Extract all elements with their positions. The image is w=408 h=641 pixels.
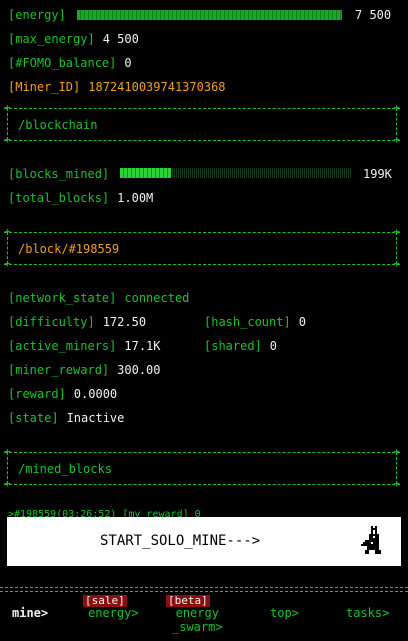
nav-energy[interactable]: energy>: [88, 606, 139, 620]
active-miners-row: [active_miners] 17.1K: [8, 338, 161, 354]
difficulty-value: 172.50: [102, 315, 147, 329]
hash-count-row: [hash_count] 0: [204, 314, 306, 330]
reward-row: [reward] 0.0000: [8, 386, 117, 402]
start-solo-mine-label: START_SOLO_MINE--->: [100, 533, 261, 549]
rabbit-icon: [359, 526, 387, 560]
blocks-mined-progress-fill: [120, 168, 172, 178]
nav-divider: [0, 591, 408, 592]
state-value: Inactive: [66, 411, 125, 425]
nav-divider: [0, 587, 408, 588]
mined-blocks-section-header: + + + + /mined_blocks: [4, 445, 400, 490]
energy-progress-bar: [77, 10, 342, 20]
nav-energy-swarm-line1: energy: [175, 606, 219, 620]
max-energy-row: [max_energy] 4 500: [8, 31, 139, 47]
start-solo-mine-button[interactable]: START_SOLO_MINE--->: [7, 517, 401, 566]
fomo-balance-label: [#FOMO_balance]: [8, 56, 117, 70]
max-energy-label: [max_energy]: [8, 32, 95, 46]
blockchain-title: /blockchain: [18, 118, 98, 132]
blocks-mined-row: [blocks_mined]: [8, 166, 109, 182]
miner-id-row: [Miner_ID] 1872410039741370368: [8, 79, 226, 95]
fomo-balance-row: [#FOMO_balance] 0: [8, 55, 132, 71]
nav-tasks[interactable]: tasks>: [346, 606, 389, 620]
difficulty-label: [difficulty]: [8, 315, 95, 329]
block-section-header: + + + + /block/#198559: [4, 225, 400, 270]
miner-id-value: 1872410039741370368: [88, 80, 226, 94]
energy-value: 7 500: [355, 8, 392, 22]
network-state-row: [network_state] connected: [8, 290, 189, 306]
energy-label: [energy]: [8, 8, 66, 22]
blocks-mined-progress-bar: [120, 168, 352, 178]
blocks-mined-label: [blocks_mined]: [8, 167, 110, 181]
difficulty-row: [difficulty] 172.50: [8, 314, 146, 330]
nav-top[interactable]: top>: [270, 606, 299, 620]
shared-row: [shared] 0: [204, 338, 277, 354]
network-state-label: [network_state]: [8, 291, 117, 305]
blocks-mined-value: 199K: [363, 167, 392, 181]
miner-reward-row: [miner_reward] 300.00: [8, 362, 161, 378]
nav-energy-swarm[interactable]: energy _swarm>: [172, 606, 223, 634]
energy-row: [energy]: [8, 7, 66, 23]
network-state-value: connected: [124, 291, 190, 305]
total-blocks-label: [total_blocks]: [8, 191, 110, 205]
active-miners-value: 17.1K: [124, 339, 161, 353]
hash-count-label: [hash_count]: [204, 315, 291, 329]
nav-mine[interactable]: mine>: [12, 606, 48, 620]
miner-id-label: [Miner_ID]: [8, 80, 81, 94]
nav-energy-swarm-line2: _swarm>: [172, 620, 223, 634]
total-blocks-value: 1.00M: [117, 191, 154, 205]
miner-reward-label: [miner_reward]: [8, 363, 110, 377]
state-row: [state] Inactive: [8, 410, 124, 426]
max-energy-value: 4 500: [102, 32, 139, 46]
state-label: [state]: [8, 411, 59, 425]
reward-value: 0.0000: [73, 387, 118, 401]
reward-label: [reward]: [8, 387, 66, 401]
miner-reward-value: 300.00: [117, 363, 161, 377]
total-blocks-row: [total_blocks] 1.00M: [8, 190, 153, 206]
mined-blocks-title: /mined_blocks: [18, 462, 112, 476]
blockchain-section-header: + + + + /blockchain: [4, 101, 400, 146]
fomo-balance-value: 0: [124, 56, 132, 70]
shared-label: [shared]: [204, 339, 262, 353]
active-miners-label: [active_miners]: [8, 339, 117, 353]
hash-count-value: 0: [298, 315, 306, 329]
block-title: /block/#198559: [18, 242, 120, 256]
shared-value: 0: [269, 339, 278, 353]
